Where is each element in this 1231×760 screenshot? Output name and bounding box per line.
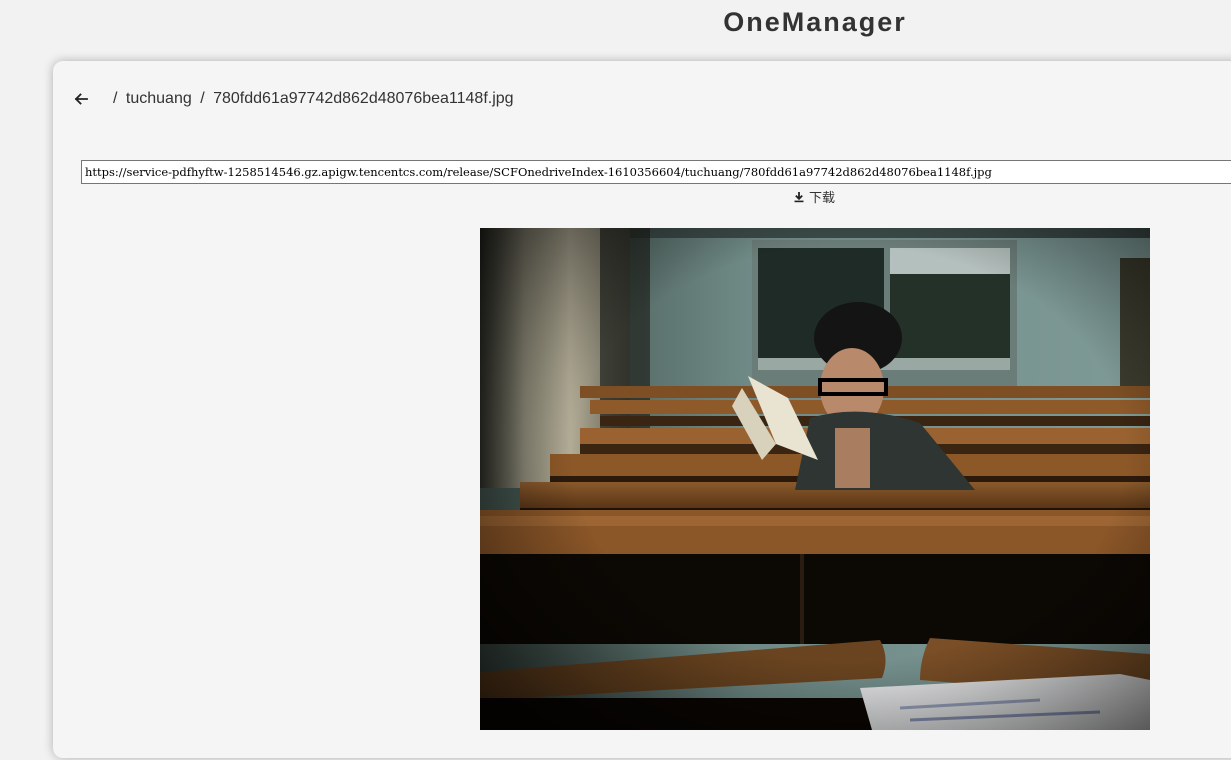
file-url-input[interactable]: [81, 160, 1231, 184]
download-link[interactable]: 下载: [793, 187, 835, 206]
preview-photo: [480, 228, 1150, 730]
breadcrumb: / tuchuang / 780fdd61a97742d862d48076bea…: [113, 90, 518, 108]
arrow-left-icon: [74, 93, 88, 105]
breadcrumb-separator: /: [200, 90, 205, 107]
breadcrumb-item-file[interactable]: 780fdd61a97742d862d48076bea1148f.jpg: [213, 90, 513, 107]
download-icon: [794, 191, 804, 202]
download-label: 下载: [809, 190, 836, 205]
app-title: OneManager: [723, 7, 907, 37]
back-button[interactable]: [71, 89, 91, 109]
breadcrumb-item-folder[interactable]: tuchuang: [126, 90, 192, 107]
image-preview: [480, 228, 1150, 730]
file-preview-card: / tuchuang / 780fdd61a97742d862d48076bea…: [53, 61, 1231, 758]
breadcrumb-separator: /: [113, 90, 118, 107]
